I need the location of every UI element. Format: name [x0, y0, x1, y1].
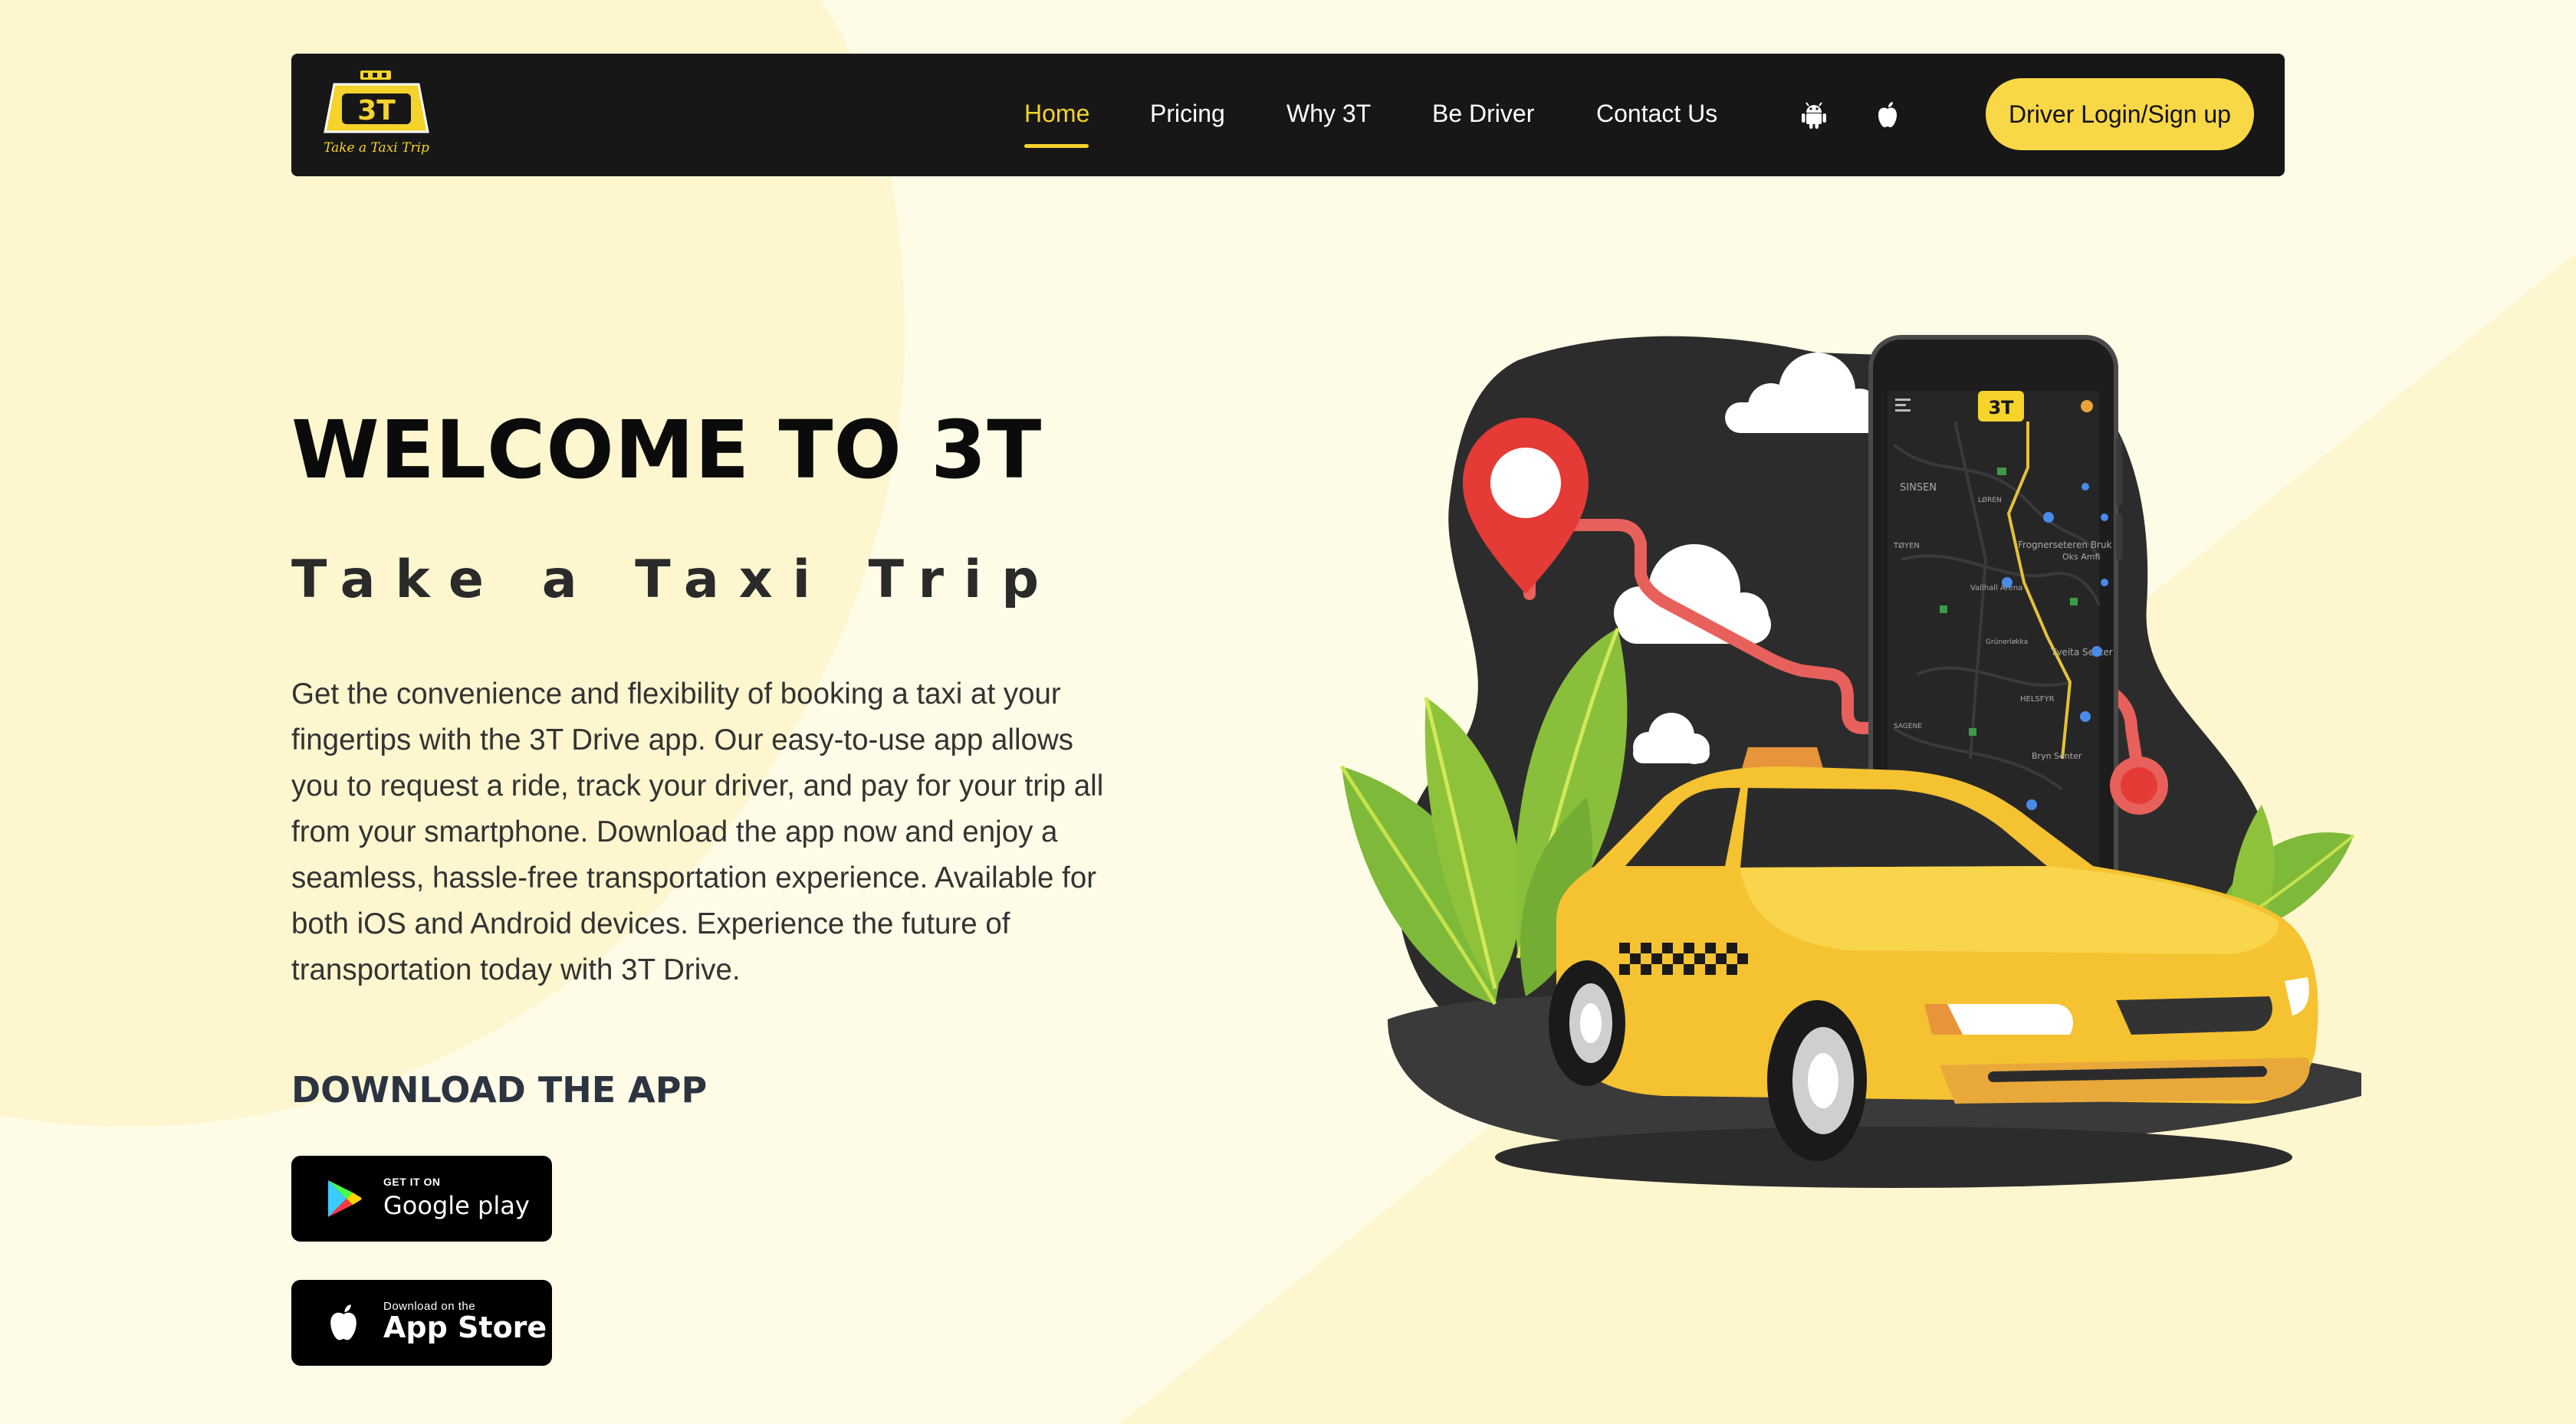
map-label: LØREN	[1978, 496, 2002, 504]
map-label: HELSFYR	[2020, 695, 2055, 704]
apple-icon	[330, 1304, 356, 1340]
hero-subtitle: Take a Taxi Trip	[291, 550, 1060, 610]
download-heading: DOWNLOAD THE APP	[291, 1069, 708, 1111]
app-store-label: App Store	[383, 1311, 547, 1344]
hero-description: Get the convenience and flexibility of b…	[291, 678, 1104, 986]
nav-contact-us[interactable]: Contact Us	[1596, 97, 1717, 130]
google-play-icon	[328, 1180, 362, 1217]
google-play-small-text: GET IT ON	[383, 1176, 441, 1188]
app-store-button[interactable]: Download on the App Store	[291, 1280, 552, 1366]
android-icon[interactable]	[1799, 100, 1829, 130]
map-label: Vallhall Arena	[1970, 584, 2022, 592]
google-play-label: Google play	[383, 1191, 530, 1220]
top-navbar: 3T Take a Taxi Trip Home Pricing Why 3T …	[291, 54, 2285, 176]
brand-logo[interactable]: 3T Take a Taxi Trip	[319, 67, 434, 162]
nav-be-driver[interactable]: Be Driver	[1432, 97, 1534, 130]
svg-text:Take a Taxi Trip: Take a Taxi Trip	[324, 140, 429, 156]
map-label: Tveita Senter	[2050, 647, 2113, 658]
phone-logo: 3T	[1988, 397, 2014, 418]
taxi-app-illustration: 3T SINSEN LØREN TØYEN Frognerseteren Bru…	[1339, 335, 2361, 1188]
google-play-button[interactable]: GET IT ON Google play	[291, 1156, 552, 1242]
nav-home[interactable]: Home	[1024, 97, 1089, 130]
map-label: SAGENE	[1894, 723, 1922, 730]
apple-icon[interactable]	[1872, 100, 1903, 130]
svg-text:3T: 3T	[357, 95, 396, 126]
map-label: TØYEN	[1893, 541, 1920, 550]
map-label: Oks Amfi	[2062, 552, 2100, 562]
hero-title: WELCOME TO 3T	[291, 403, 1043, 497]
map-label: Bryn Senter	[2032, 751, 2082, 761]
driver-login-button[interactable]: Driver Login/Sign up	[1986, 78, 2254, 150]
nav-active-indicator	[1024, 144, 1089, 148]
map-label: Frognerseteren Bruk	[2018, 540, 2112, 550]
map-label: SINSEN	[1900, 482, 1937, 494]
map-label: Grünerløkka	[1986, 638, 2028, 646]
nav-why-3t[interactable]: Why 3T	[1286, 97, 1371, 130]
nav-pricing[interactable]: Pricing	[1150, 97, 1225, 130]
